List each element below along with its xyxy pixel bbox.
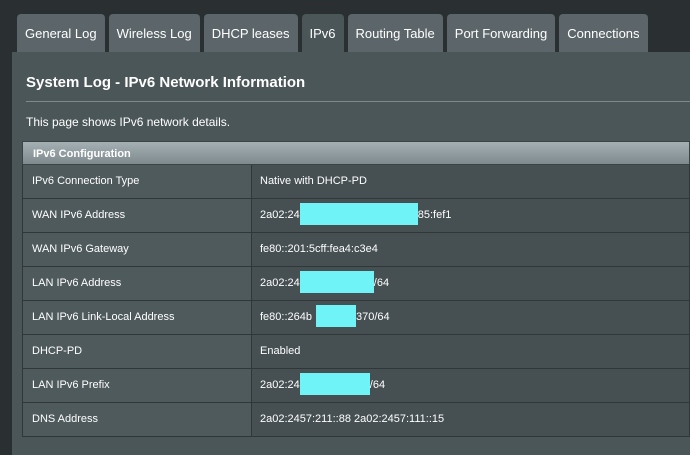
tab-routing-table[interactable]: Routing Table	[347, 14, 443, 52]
row-value-text: Native with DHCP-PD	[260, 175, 367, 187]
tab-ipv6[interactable]: IPv6	[301, 14, 344, 52]
redaction-box	[299, 372, 370, 395]
table-row: DHCP-PD Enabled	[22, 335, 690, 369]
table-row: WAN IPv6 Address 2a02:24 85:fef1	[22, 199, 690, 233]
row-label: LAN IPv6 Link-Local Address	[23, 301, 252, 334]
row-value-text: 2a02:2457:211::88 2a02:2457:111::15	[260, 413, 445, 425]
row-label: LAN IPv6 Address	[23, 267, 252, 300]
title-divider	[26, 101, 690, 102]
tab-wireless-log[interactable]: Wireless Log	[108, 14, 200, 52]
table-row: LAN IPv6 Address 2a02:24/64	[22, 267, 690, 301]
row-label: WAN IPv6 Gateway	[23, 233, 252, 266]
row-label: WAN IPv6 Address	[23, 199, 252, 232]
content-panel: System Log - IPv6 Network Information Th…	[12, 52, 690, 455]
page-description: This page shows IPv6 network details.	[26, 115, 231, 129]
row-value: 2a02:2457:211::88 2a02:2457:111::15	[252, 403, 689, 436]
row-value: fe80::201:5cff:fea4:c3e4	[252, 233, 689, 266]
tab-port-forwarding[interactable]: Port Forwarding	[446, 14, 556, 52]
row-value-text: 2a02:24	[260, 209, 300, 221]
row-value-text: fe80::201:5cff:fea4:c3e4	[260, 243, 378, 255]
table-row: LAN IPv6 Prefix 2a02:24/64	[22, 369, 690, 403]
row-value-text: 2a02:24	[260, 379, 300, 391]
redaction-box	[299, 270, 374, 293]
table-header: IPv6 Configuration	[22, 141, 690, 165]
row-value-text: fe80::264b	[260, 311, 312, 323]
row-value-text: Enabled	[260, 345, 301, 357]
row-value: 2a02:24/64	[252, 267, 689, 300]
row-value-text: 2a02:24	[260, 277, 300, 289]
row-value: 2a02:24/64	[252, 369, 689, 402]
row-value-suffix: /64	[373, 277, 390, 289]
ipv6-config-table: IPv6 Configuration IPv6 Connection Type N…	[22, 141, 690, 437]
table-row: IPv6 Connection Type Native with DHCP-PD	[22, 165, 690, 199]
router-admin-page: General Log Wireless Log DHCP leases IPv…	[0, 0, 690, 455]
page-title: System Log - IPv6 Network Information	[26, 74, 306, 91]
row-label: DNS Address	[23, 403, 252, 436]
redaction-box	[299, 202, 418, 225]
tab-connections[interactable]: Connections	[559, 14, 648, 52]
row-label: DHCP-PD	[23, 335, 252, 368]
row-value: Native with DHCP-PD	[252, 165, 689, 198]
row-value-suffix: 85:fef1	[417, 209, 452, 221]
table-row: LAN IPv6 Link-Local Address fe80::264b 370…	[22, 301, 690, 335]
tab-dhcp-leases[interactable]: DHCP leases	[203, 14, 298, 52]
row-value-suffix: /64	[369, 379, 386, 391]
redaction-box	[316, 304, 356, 327]
row-value-suffix: 370/64	[356, 311, 390, 323]
row-value: Enabled	[252, 335, 689, 368]
table-row: WAN IPv6 Gateway fe80::201:5cff:fea4:c3e4	[22, 233, 690, 267]
row-value: fe80::264b 370/64	[252, 301, 689, 334]
tab-general-log[interactable]: General Log	[17, 14, 105, 52]
row-label: LAN IPv6 Prefix	[23, 369, 252, 402]
log-tab-bar: General Log Wireless Log DHCP leases IPv…	[17, 14, 648, 52]
table-row: DNS Address 2a02:2457:211::88 2a02:2457:1…	[22, 403, 690, 437]
row-value: 2a02:24 85:fef1	[252, 199, 689, 232]
row-label: IPv6 Connection Type	[23, 165, 252, 198]
